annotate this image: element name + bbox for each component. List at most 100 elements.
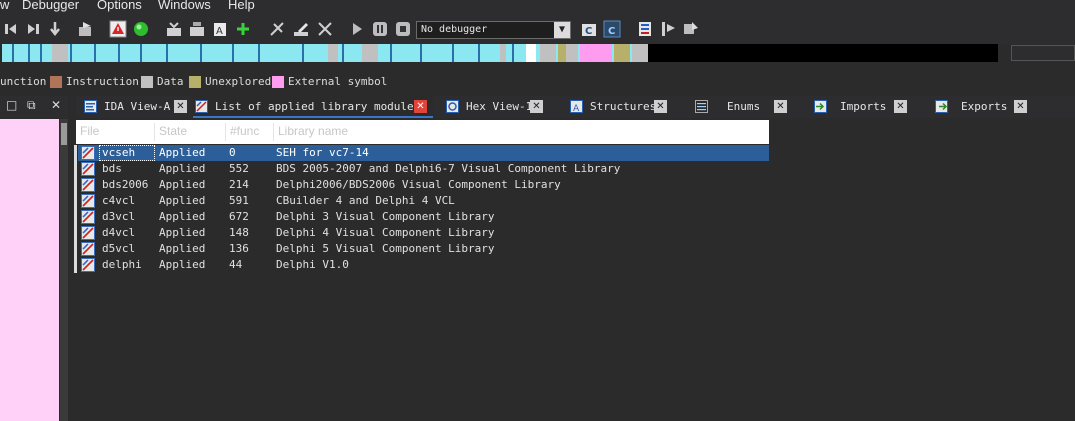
column-divider[interactable] [273,123,274,141]
tab-enums[interactable]: Enums ✕ [693,96,793,118]
left-panel-scrollbar[interactable] [60,119,68,421]
breakpoint-icon[interactable] [659,20,677,38]
left-panel[interactable] [0,119,59,421]
menu-options[interactable]: Options [97,0,142,12]
stop-icon[interactable] [394,20,412,38]
table-header: File State #func Library name [76,120,769,144]
undefine-icon[interactable] [316,20,334,38]
edit-icon[interactable] [292,20,310,38]
cell-file: c4vcl [102,194,136,207]
restore-icon[interactable]: □ [6,98,17,112]
debugger-select[interactable]: No debugger ▼ [416,21,571,39]
string-icon[interactable]: A [211,20,229,38]
options-icon[interactable] [636,20,654,38]
pause-icon[interactable] [371,20,389,38]
legend-unexplored-label: Unexplored [205,75,272,88]
attach-icon[interactable]: C [580,20,598,38]
detach-icon[interactable]: C [603,20,621,38]
table-row[interactable]: d3vcl Applied 672 Delphi 3 Visual Component… [78,209,769,225]
tab-exports[interactable]: Exports ✕ [933,96,1033,118]
close-icon[interactable]: ✕ [894,100,907,113]
cell-state: Applied [159,162,206,175]
tab-label: List of applied library modules [215,100,421,113]
column-file[interactable]: File [80,124,99,138]
legend-external-label: External symbol [288,75,388,88]
close-icon[interactable]: ✕ [51,98,61,112]
svg-text:C: C [608,26,615,37]
tab-label: IDA View-A [104,100,171,113]
legend-unexplored-swatch [189,76,201,88]
table-row[interactable]: bds Applied 552 BDS 2005-2007 and Delphi6-7… [78,161,769,177]
enum-icon [695,100,708,113]
chevron-down-icon[interactable]: ▼ [554,22,570,38]
cell-library-name: Delphi2006/BDS2006 Visual Component Libr… [276,178,561,191]
cell-func-count: 136 [229,242,249,255]
menu-windows[interactable]: Windows [158,0,211,12]
menu-bar: w Debugger Options Windows Help [0,0,1075,14]
navigation-band-scroll[interactable] [1011,45,1075,61]
library-module-icon [81,258,95,272]
close-icon[interactable]: ✕ [774,100,787,113]
cell-state: Applied [159,226,206,239]
column-divider[interactable] [225,123,226,141]
tab-ida-view-a[interactable]: IDA View-A ✕ [82,96,188,118]
legend-instruction-swatch [50,76,62,88]
column-divider[interactable] [154,123,155,141]
table-row[interactable]: delphi Applied 44 Delphi V1.0 [78,257,769,273]
close-icon[interactable]: ✕ [1014,100,1027,113]
jump-icon[interactable] [76,20,94,38]
cell-func-count: 591 [229,194,249,207]
tab-applied-library-modules[interactable]: List of applied library modules ✕ [193,96,433,118]
cell-library-name: Delphi 5 Visual Component Library [276,242,495,255]
cell-state: Applied [159,194,206,207]
close-icon[interactable]: ✕ [530,100,543,113]
float-icon[interactable]: ⧉ [27,98,36,113]
legend: unction Instruction Data Unexplored Exte… [0,74,1075,90]
close-icon[interactable]: ✕ [654,100,667,113]
trace-icon[interactable] [682,20,700,38]
run-green-icon[interactable] [132,20,150,38]
forward-icon[interactable] [24,20,42,38]
table-row[interactable]: bds2006 Applied 214 Delphi2006/BDS2006 Visu… [78,177,769,193]
play-icon[interactable] [348,20,366,38]
close-icon[interactable]: ✕ [414,100,427,113]
library-icon [195,100,208,113]
patch-icon[interactable] [268,20,286,38]
tab-structures[interactable]: A Structures ✕ [568,96,672,118]
table-row[interactable]: c4vcl Applied 591 CBuilder 4 and Delphi 4 V… [78,193,769,209]
scrollbar-thumb[interactable] [61,123,67,145]
table-row[interactable]: d4vcl Applied 148 Delphi 4 Visual Component… [78,225,769,241]
table-row[interactable]: d5vcl Applied 136 Delphi 5 Visual Component… [78,241,769,257]
cell-file: d3vcl [102,210,136,223]
navigation-band[interactable] [0,44,998,62]
cell-func-count: 148 [229,226,249,239]
column-library-name[interactable]: Library name [278,124,348,138]
menu-debugger[interactable]: Debugger [22,0,79,12]
tab-hex-view-1[interactable]: Hex View-1 ✕ [444,96,548,118]
data-icon[interactable] [188,20,206,38]
svg-text:A: A [216,26,223,37]
list-border [74,145,77,273]
cell-state: Applied [159,210,206,223]
legend-data-swatch [141,76,153,88]
table-row[interactable]: vcseh Applied 0 SEH for vc7-14 [78,145,769,161]
step-into-icon[interactable] [46,20,64,38]
cell-func-count: 552 [229,162,249,175]
hex-icon [446,100,459,113]
menu-help[interactable]: Help [228,0,255,12]
tab-imports[interactable]: Imports ✕ [812,96,912,118]
library-module-icon [81,242,95,256]
back-icon[interactable] [2,20,20,38]
add-icon[interactable] [234,20,252,38]
legend-external-swatch [272,76,284,88]
legend-data-label: Data [157,75,184,88]
code-icon[interactable] [165,20,183,38]
column-state[interactable]: State [159,124,187,138]
cell-file: bds2006 [102,178,149,191]
column-func[interactable]: #func [230,124,259,138]
menu-view[interactable]: w [0,0,9,12]
cell-file: d5vcl [102,242,136,255]
warning-icon[interactable] [109,20,127,38]
tab-label: Exports [961,100,1008,113]
close-icon[interactable]: ✕ [174,100,187,113]
